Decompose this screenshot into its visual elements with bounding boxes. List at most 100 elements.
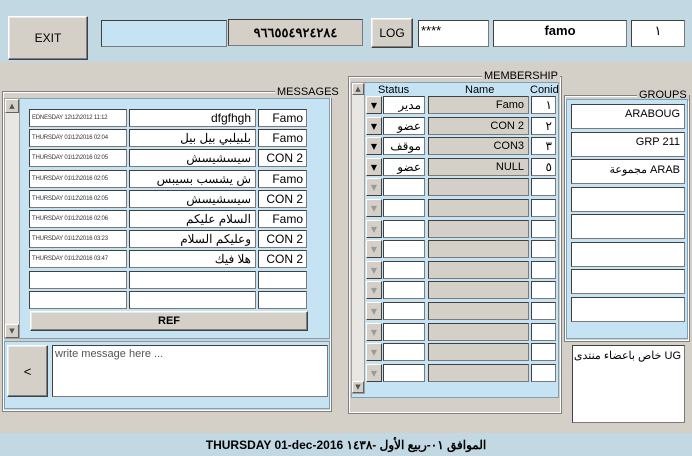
member-status[interactable] [383, 364, 425, 382]
message-date: THURSDAY 01\12\2016 03:47 [29, 250, 127, 268]
group-item[interactable]: GRP 211 [571, 132, 685, 157]
status-dropdown-arrow-icon[interactable]: ▼ [366, 199, 382, 217]
group-item[interactable]: مجموعة ARAB [571, 159, 685, 184]
member-status[interactable] [383, 261, 425, 279]
member-name [428, 364, 529, 382]
member-name [428, 302, 529, 320]
message-user: CON 2 [258, 149, 307, 167]
member-name [428, 323, 529, 341]
group-item[interactable] [571, 242, 685, 267]
status-dropdown-arrow-icon[interactable]: ▼ [366, 323, 382, 341]
password-field[interactable]: **** [418, 20, 489, 47]
membership-scrollbar[interactable]: ▲ ▼ [351, 82, 365, 394]
member-name [428, 240, 529, 258]
message-date: THURSDAY 01\12\2016 02:05 [29, 149, 127, 167]
message-user: CON 2 [258, 190, 307, 208]
send-button[interactable]: < [7, 345, 48, 397]
member-conid: ٥ [531, 158, 556, 176]
group-item[interactable] [571, 214, 685, 239]
member-name [428, 199, 529, 217]
log-button[interactable]: LOG [371, 18, 413, 48]
message-user [258, 271, 307, 289]
status-dropdown-arrow-icon[interactable]: ▼ [366, 158, 382, 176]
member-name [428, 220, 529, 238]
member-conid [531, 323, 556, 341]
ref-button[interactable]: REF [30, 311, 308, 331]
status-dropdown-arrow-icon[interactable]: ▼ [366, 178, 382, 196]
scroll-down-icon[interactable]: ▼ [352, 381, 364, 393]
message-user [258, 291, 307, 309]
message-user: Famo [258, 129, 307, 147]
message-user: Famo [258, 109, 307, 127]
member-name [428, 343, 529, 361]
status-dropdown-arrow-icon[interactable]: ▼ [366, 117, 382, 135]
message-date [29, 291, 127, 309]
member-name: CON 2 [428, 117, 529, 135]
phone-field: ٩٦٦٥٥٤٩٢٤٢٨٤ [228, 19, 363, 46]
member-name [428, 261, 529, 279]
member-name [428, 178, 529, 196]
member-status[interactable] [383, 302, 425, 320]
member-status[interactable]: مدير [383, 96, 425, 114]
member-status[interactable] [383, 240, 425, 258]
status-field [101, 20, 227, 47]
member-conid [531, 178, 556, 196]
group-item[interactable]: ARABOUG [571, 104, 685, 129]
group-item[interactable] [571, 187, 685, 212]
status-dropdown-arrow-icon[interactable]: ▼ [366, 96, 382, 114]
messages-title: MESSAGES [275, 86, 341, 98]
message-user: Famo [258, 170, 307, 188]
message-text: السلام عليكم [129, 210, 256, 228]
message-user: CON 2 [258, 250, 307, 268]
exit-button[interactable]: EXIT [8, 16, 88, 60]
username-field[interactable]: famo [493, 20, 627, 47]
message-date: THURSDAY 01\12\2016 02:06 [29, 210, 127, 228]
scroll-down-icon[interactable]: ▼ [5, 324, 19, 338]
name-column-header: Name [465, 84, 495, 96]
messages-scrollbar[interactable]: ▲ ▼ [4, 98, 20, 339]
member-status[interactable] [383, 178, 425, 196]
member-status[interactable] [383, 323, 425, 341]
message-text: وعليكم السلام [129, 230, 256, 248]
message-date: THURSDAY 01\12\2016 03:23 [29, 230, 127, 248]
status-dropdown-arrow-icon[interactable]: ▼ [366, 137, 382, 155]
member-conid [531, 199, 556, 217]
group-item[interactable] [571, 269, 685, 294]
message-input[interactable]: write message here ... [52, 345, 328, 397]
message-text: سيسشيسش [129, 149, 256, 167]
status-dropdown-arrow-icon[interactable]: ▼ [366, 364, 382, 382]
member-status[interactable]: عضو [383, 158, 425, 176]
status-dropdown-arrow-icon[interactable]: ▼ [366, 343, 382, 361]
group-item[interactable] [571, 297, 685, 322]
scroll-up-icon[interactable]: ▲ [5, 99, 19, 113]
member-name: Famo [428, 96, 529, 114]
status-dropdown-arrow-icon[interactable]: ▼ [366, 302, 382, 320]
message-date: THURSDAY 01\12\2016 02:05 [29, 190, 127, 208]
message-date [29, 271, 127, 289]
member-name: NULL [428, 158, 529, 176]
member-conid [531, 302, 556, 320]
status-dropdown-arrow-icon[interactable]: ▼ [366, 240, 382, 258]
status-dropdown-arrow-icon[interactable]: ▼ [366, 281, 382, 299]
member-status[interactable] [383, 281, 425, 299]
member-status[interactable]: عضو [383, 117, 425, 135]
message-text: dfgfhgh [129, 109, 256, 127]
member-status[interactable] [383, 343, 425, 361]
scroll-up-icon[interactable]: ▲ [352, 83, 364, 95]
status-column-header: Status [378, 84, 410, 96]
message-text: بلبيلبي بيل بيل [129, 129, 256, 147]
message-date: THURSDAY 01\12\2016 02:04 [29, 129, 127, 147]
message-user: Famo [258, 210, 307, 228]
member-conid [531, 220, 556, 238]
user-number-field[interactable]: ١ [631, 20, 685, 47]
status-dropdown-arrow-icon[interactable]: ▼ [366, 220, 382, 238]
member-status[interactable] [383, 220, 425, 238]
group-description-field[interactable]: خاص باعضاء منتدى UG [572, 345, 685, 423]
member-status[interactable] [383, 199, 425, 217]
message-text: هلا فيك [129, 250, 256, 268]
message-text: ش يشسب بسيبس [129, 170, 256, 188]
status-dropdown-arrow-icon[interactable]: ▼ [366, 261, 382, 279]
member-status[interactable]: موقف [383, 137, 425, 155]
member-name [428, 281, 529, 299]
message-user: CON 2 [258, 230, 307, 248]
